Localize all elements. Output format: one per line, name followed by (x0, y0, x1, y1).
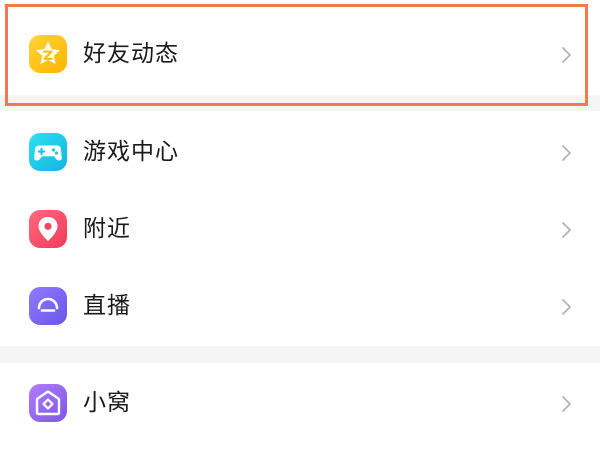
menu-item-label: 小窝 (83, 390, 131, 416)
chevron-right-icon (562, 222, 571, 238)
menu-item-label: 好友动态 (83, 41, 179, 67)
menu-card-friends: 好友动态 (0, 0, 600, 95)
menu-item-label: 直播 (83, 293, 131, 319)
friends-feed-star-icon (29, 35, 67, 73)
chevron-right-icon (562, 47, 571, 63)
location-pin-icon (29, 210, 67, 248)
home-nest-icon (29, 384, 67, 422)
chevron-right-icon (562, 396, 571, 412)
menu-item-nearby[interactable]: 附近 (0, 200, 600, 260)
menu-item-friends-feed[interactable]: 好友动态 (0, 25, 600, 85)
menu-item-game-center[interactable]: 游戏中心 (0, 123, 600, 183)
menu-item-label: 附近 (83, 216, 131, 242)
menu-item-label: 游戏中心 (83, 139, 179, 165)
menu-card-discover: 游戏中心 附近 直播 (0, 111, 600, 346)
live-broadcast-icon (29, 287, 67, 325)
settings-screen: 好友动态 游戏中心 附近 直播 小窝 (0, 0, 600, 450)
chevron-right-icon (562, 145, 571, 161)
menu-item-nest[interactable]: 小窝 (0, 374, 600, 434)
menu-item-live[interactable]: 直播 (0, 277, 600, 337)
menu-card-nest: 小窝 (0, 363, 600, 450)
chevron-right-icon (562, 299, 571, 315)
gamepad-icon (29, 133, 67, 171)
